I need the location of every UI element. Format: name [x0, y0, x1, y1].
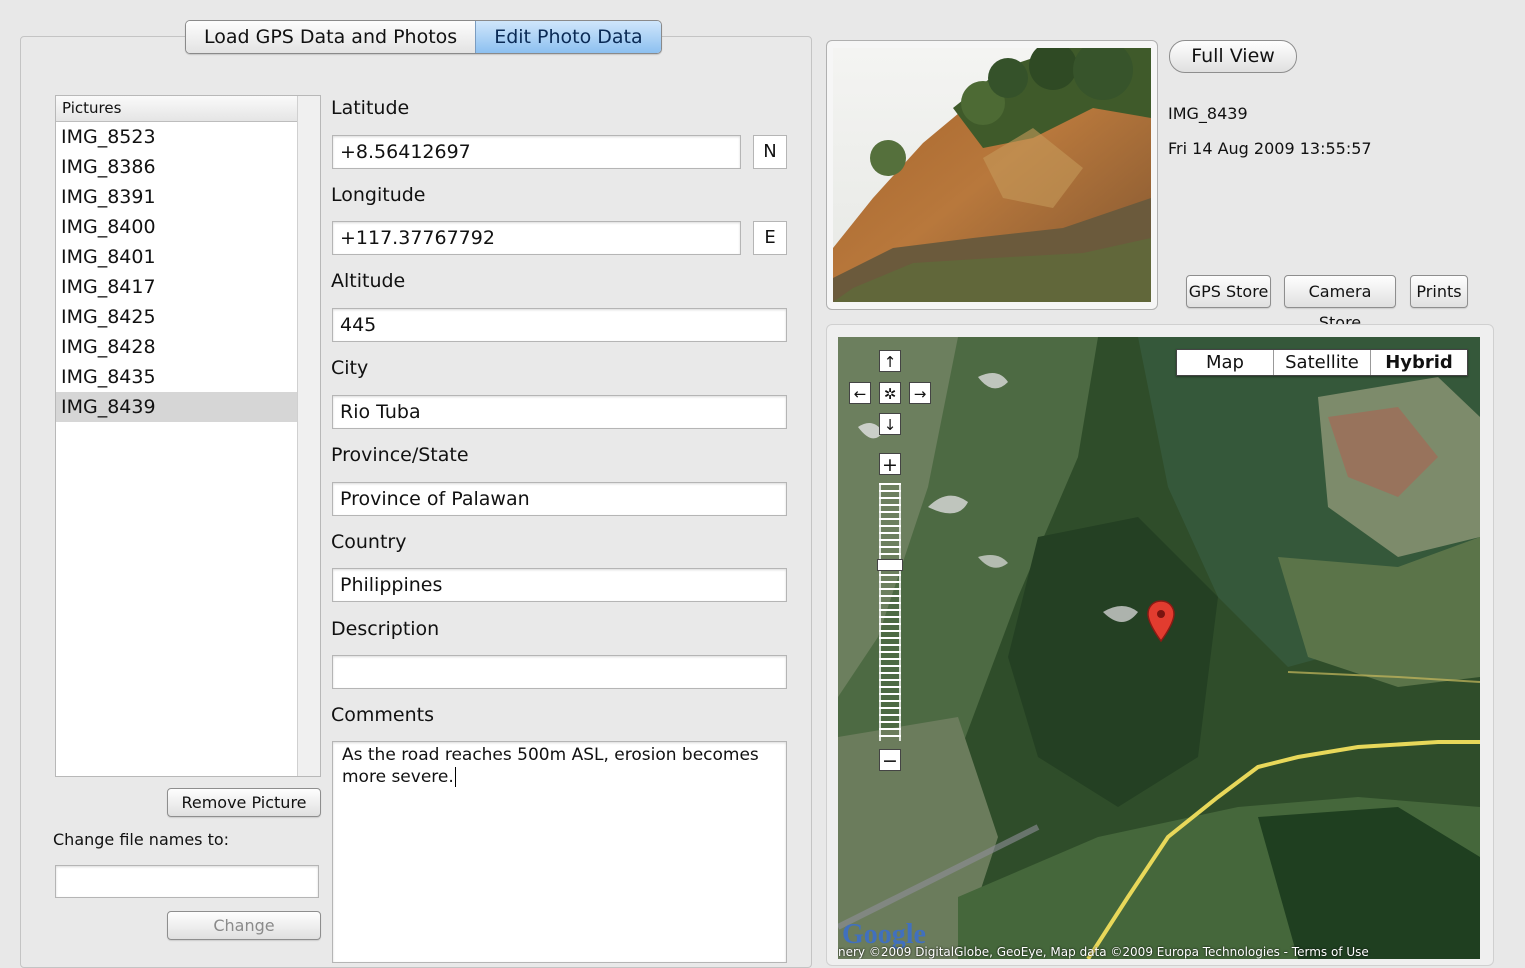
- zoom-slider-track[interactable]: [879, 483, 901, 741]
- comments-textarea[interactable]: As the road reaches 500m ASL, erosion be…: [332, 741, 787, 963]
- photo-name: IMG_8439: [1168, 104, 1248, 123]
- tab-bar: Load GPS Data and Photos Edit Photo Data: [185, 20, 662, 54]
- tab-edit-photo[interactable]: Edit Photo Data: [475, 21, 661, 53]
- map-type-satellite[interactable]: Satellite: [1273, 350, 1370, 375]
- province-label: Province/State: [331, 444, 469, 466]
- rename-input[interactable]: [55, 865, 319, 898]
- altitude-label: Altitude: [331, 270, 406, 292]
- comments-text: As the road reaches 500m ASL, erosion be…: [342, 745, 759, 787]
- province-input[interactable]: Province of Palawan: [332, 482, 787, 516]
- longitude-input[interactable]: +117.37767792: [332, 221, 741, 255]
- city-label: City: [331, 357, 369, 379]
- tab-load-gps[interactable]: Load GPS Data and Photos: [186, 21, 476, 53]
- text-cursor: [454, 767, 456, 787]
- list-item[interactable]: IMG_8417: [56, 272, 297, 302]
- city-input[interactable]: Rio Tuba: [332, 395, 787, 429]
- photo-frame: [826, 40, 1158, 310]
- pictures-list[interactable]: Pictures IMG_8523 IMG_8386 IMG_8391 IMG_…: [55, 95, 321, 777]
- map-type-switcher: Map Satellite Hybrid: [1176, 349, 1468, 376]
- arrow-down-icon[interactable]: ↓: [879, 413, 901, 435]
- gps-store-button[interactable]: GPS Store: [1186, 275, 1271, 308]
- pictures-header[interactable]: Pictures: [56, 96, 298, 122]
- country-label: Country: [331, 531, 407, 553]
- latitude-label: Latitude: [331, 97, 410, 119]
- location-marker-icon[interactable]: [1146, 599, 1176, 651]
- altitude-input[interactable]: 445: [332, 308, 787, 342]
- description-label: Description: [331, 618, 440, 640]
- list-item[interactable]: IMG_8401: [56, 242, 297, 272]
- prints-button[interactable]: Prints: [1410, 275, 1468, 308]
- list-item[interactable]: IMG_8428: [56, 332, 297, 362]
- arrow-up-icon[interactable]: ↑: [879, 350, 901, 372]
- photo-date: Fri 14 Aug 2009 13:55:57: [1168, 139, 1372, 158]
- map-type-map[interactable]: Map: [1177, 350, 1273, 375]
- latitude-direction[interactable]: N: [753, 135, 787, 169]
- list-item[interactable]: IMG_8391: [56, 182, 297, 212]
- change-button[interactable]: Change: [167, 911, 321, 940]
- arrow-left-icon[interactable]: ←: [849, 382, 871, 404]
- zoom-out-icon[interactable]: −: [879, 749, 901, 772]
- list-item[interactable]: IMG_8400: [56, 212, 297, 242]
- map-type-hybrid[interactable]: Hybrid: [1370, 350, 1467, 375]
- list-scrollbar[interactable]: [297, 96, 320, 776]
- map-view[interactable]: ↑ ← ✲ → ↓ + − Map Satellite Hybrid Googl…: [838, 337, 1480, 959]
- arrow-right-icon[interactable]: →: [909, 382, 931, 404]
- longitude-label: Longitude: [331, 184, 426, 206]
- country-input[interactable]: Philippines: [332, 568, 787, 602]
- list-item-selected[interactable]: IMG_8439: [56, 392, 297, 422]
- comments-label: Comments: [331, 704, 434, 726]
- list-item[interactable]: IMG_8386: [56, 152, 297, 182]
- full-view-button[interactable]: Full View: [1169, 40, 1297, 73]
- description-input[interactable]: [332, 655, 787, 689]
- camera-store-button[interactable]: Camera Store: [1284, 275, 1396, 332]
- zoom-slider-thumb[interactable]: [877, 559, 903, 571]
- center-icon[interactable]: ✲: [879, 382, 901, 404]
- longitude-direction[interactable]: E: [753, 221, 787, 255]
- rename-label: Change file names to:: [53, 830, 230, 849]
- list-item[interactable]: IMG_8425: [56, 302, 297, 332]
- list-item[interactable]: IMG_8523: [56, 122, 297, 152]
- photo-preview[interactable]: [833, 48, 1151, 302]
- zoom-in-icon[interactable]: +: [879, 453, 901, 476]
- latitude-input[interactable]: +8.56412697: [332, 135, 741, 169]
- remove-picture-button[interactable]: Remove Picture: [167, 788, 321, 817]
- list-item[interactable]: IMG_8435: [56, 362, 297, 392]
- map-attribution[interactable]: nery ©2009 DigitalGlobe, GeoEye, Map dat…: [838, 945, 1480, 959]
